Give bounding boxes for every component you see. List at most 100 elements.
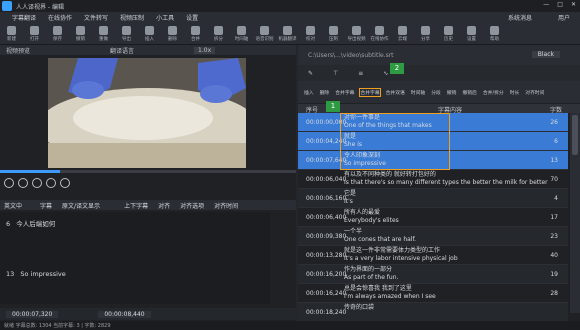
toolbar-btn-timeline[interactable]: 时间轴 [230,23,253,45]
table-row[interactable]: 00:00:18,240 传奇的口袋 [298,303,568,322]
toolbar-btn-undo[interactable]: 撤销 [69,23,92,45]
status-bar: 就绪 字幕总数: 1304 当前字幕: 3 | 字数: 2829 [0,321,580,330]
folder-icon [30,25,39,35]
toolbar-btn-insert[interactable]: 插入 [138,23,161,45]
tool-merge-split[interactable]: 合并/拆分 [483,89,504,96]
table-header: 序号 字幕内容 字数 [298,104,580,114]
toolbar-btn-history[interactable]: 历史 [437,23,460,45]
scrollbar-thumb[interactable] [572,115,578,155]
editor-lang-select[interactable]: 英文中 [4,201,22,210]
tool-merge-bilingual[interactable]: 合并双语 [386,89,405,96]
edit-icon[interactable]: ✎ [308,70,313,77]
wave-icon[interactable]: ∿ [383,70,388,77]
tool-merge-subtitle[interactable]: 合并字幕 [335,89,354,96]
window-title: 人人译视界 - 编辑 [16,3,64,11]
file-path-bar: C:\Users\...\video\subtitle.srt Black [298,45,580,65]
panel-tabs: ✎ ⊤ ≡ ∿ [298,65,580,81]
menu-item-translate[interactable]: 字幕翻译 [12,13,36,22]
toolbar-btn-new[interactable]: 新建 [0,23,23,45]
toolbar-btn-merge[interactable]: 合并 [184,23,207,45]
split-icon [214,25,223,35]
tool-merge-subtitle-highlight[interactable]: 合并字幕 [359,87,381,97]
play-button[interactable] [32,178,42,188]
toolbar-btn-collab[interactable]: 在线协作 [368,23,391,45]
callout-badge-1: 1 [326,101,340,112]
toolbar-btn-help[interactable]: 帮助 [483,23,506,45]
toolbar-btn-delete[interactable]: 删除 [161,23,184,45]
table-row[interactable]: 00:00:06,160 它是 It's 4 [298,189,568,208]
help-icon [490,25,499,35]
maximize-button[interactable]: □ [557,1,563,8]
minimize-button[interactable]: — [543,1,549,8]
theme-dropdown[interactable]: Black [531,51,560,58]
subtitle-tools: 插入 删除 合并字幕 合并字幕 合并双语 时间轴 分段 撤销 撤销后 合并/拆分… [298,81,580,103]
video-preview[interactable] [48,58,246,168]
toolbar-btn-burn[interactable]: 压制 [322,23,345,45]
title-bar: 人人译视界 - 编辑 — □ ✕ [0,0,580,12]
tool-undo[interactable]: 撤销 [447,89,457,96]
subtitle-editor[interactable]: 6 今人后端如何 13 So impressive [0,212,270,304]
table-row[interactable]: 00:00:09,380 一个半 One cones that are half.… [298,227,568,246]
step-forward-button[interactable] [46,178,56,188]
toolbar-btn-export-video[interactable]: 导出视频 [345,23,368,45]
user-menu[interactable]: 用户 [558,13,570,22]
toolbar-btn-open[interactable]: 打开 [23,23,46,45]
video-frame-image [48,58,246,168]
menu-item-burn[interactable]: 视频压制 [120,13,144,22]
cloud-icon [375,25,384,35]
timeline-icon [237,25,246,35]
status-text: 就绪 字幕总数: 1304 当前字幕: 3 | 字数: 2829 [4,323,111,329]
tool-duration[interactable]: 时长 [510,89,520,96]
delete-icon [168,25,177,35]
seek-bar[interactable] [0,170,296,173]
menu-item-tools[interactable]: 小工具 [156,13,174,22]
editor-align-time[interactable]: 对齐时间 [214,201,238,210]
tool-timeline[interactable]: 时间轴 [411,89,425,96]
table-row[interactable]: 00:00:16,240 总是会惊喜我 我到了这里 I'm always amaz… [298,284,568,303]
menu-item-transcribe[interactable]: 文件转写 [84,13,108,22]
text-icon[interactable]: ⊤ [333,70,338,77]
step-back-button[interactable] [18,178,28,188]
settings-icon [467,25,476,35]
toolbar-btn-mt[interactable]: 机器翻译 [276,23,299,45]
tool-delete[interactable]: 删除 [320,89,330,96]
speed-dropdown[interactable]: 1.0x [194,46,216,54]
editor-align-options[interactable]: 对齐选项 [180,201,204,210]
toolbar-btn-proof[interactable]: 校对 [299,23,322,45]
table-row[interactable]: 00:00:06,400 所有人的最爱 Everybody's elites 17 [298,208,568,227]
main-toolbar: 新建 打开 保存 撤销 重做 导出 插入 删除 合并 拆分 时间轴 语音识别 机… [0,23,580,45]
editor-dual-display[interactable]: 原文/译文显示 [62,201,100,210]
tool-insert[interactable]: 插入 [304,89,314,96]
table-scrollbar[interactable] [570,113,580,313]
editor-align-button[interactable]: 对齐 [158,201,170,210]
table-row[interactable]: 00:00:16,200 作为界面的一部分 As part of the fun.… [298,265,568,284]
toolbar-btn-export[interactable]: 导出 [115,23,138,45]
toolbar-btn-asr[interactable]: 语音识别 [253,23,276,45]
table-row[interactable]: 00:00:06,040 有以及不同种类的 就好转打包好的 Is that the… [298,170,568,189]
system-messages-link[interactable]: 系统消息 [508,13,532,22]
toolbar-btn-share[interactable]: 分享 [414,23,437,45]
player-header: 视频预览 翻译语言 1.0x [0,45,296,55]
tool-segment[interactable]: 分段 [431,89,441,96]
toolbar-btn-split[interactable]: 拆分 [207,23,230,45]
close-button[interactable]: ✕ [571,1,576,8]
editor-stack-option[interactable]: 上下字幕 [124,201,148,210]
table-row[interactable]: 00:00:13,280 就是这一件非常需要体力类型的工作 It's a very… [298,246,568,265]
menu-item-settings[interactable]: 设置 [186,13,198,22]
playback-controls [0,174,296,192]
toolbar-btn-cloud[interactable]: 云端 [391,23,414,45]
list-icon[interactable]: ≡ [358,70,363,77]
file-path: C:\Users\...\video\subtitle.srt [308,51,394,59]
toolbar-btn-save[interactable]: 保存 [46,23,69,45]
rewind-button[interactable] [4,178,14,188]
tool-align-time[interactable]: 对齐时间 [525,89,544,96]
tool-undo-after[interactable]: 撤销后 [462,89,476,96]
start-time-field[interactable]: 00:00:07,320 [6,310,59,318]
forward-button[interactable] [60,178,70,188]
toolbar-btn-redo[interactable]: 重做 [92,23,115,45]
end-time-field[interactable]: 00:00:08,440 [98,310,151,318]
menu-item-collab[interactable]: 在线协作 [48,13,72,22]
toolbar-btn-settings[interactable]: 设置 [460,23,483,45]
app-logo-icon [2,1,12,11]
share-icon [421,25,430,35]
